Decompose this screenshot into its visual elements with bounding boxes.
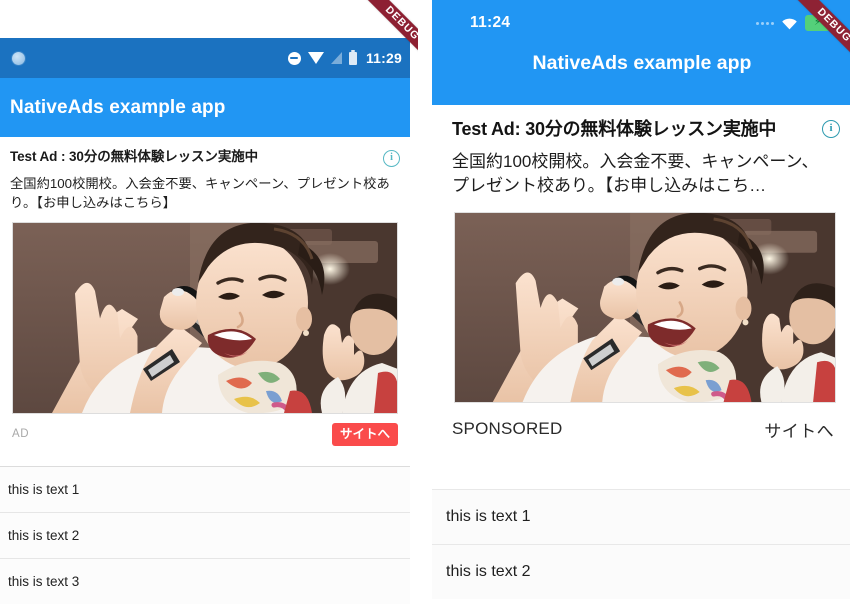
bluish-dot-icon — [12, 51, 25, 65]
right-status-bar: 11:24 ⚡ — [432, 0, 850, 46]
info-icon[interactable]: i — [822, 120, 840, 138]
ad-attribution-label: SPONSORED — [452, 419, 563, 439]
left-ad-footer: AD サイトへ — [0, 414, 410, 456]
ad-attribution-label: AD — [12, 428, 30, 441]
list-item[interactable]: this is text 1 — [432, 489, 850, 544]
right-list: this is text 1 this is text 2 — [432, 489, 850, 599]
wifi-icon — [307, 52, 324, 64]
dnd-icon — [287, 51, 301, 65]
screen-divider — [418, 0, 432, 604]
left-status-bar: 11:29 — [0, 38, 410, 78]
right-ad-footer: SPONSORED サイトへ — [432, 403, 850, 456]
list-item[interactable]: this is text 3 — [0, 558, 410, 604]
karaoke-photo-illustration — [455, 212, 835, 402]
battery-charging-icon: ⚡ — [805, 15, 832, 31]
app-bar-title: NativeAds example app — [10, 96, 226, 118]
left-android-screen: 11:29 NativeAds example app Test Ad : 30… — [0, 0, 418, 604]
battery-icon — [348, 49, 357, 65]
left-list: this is text 1 this is text 2 this is te… — [0, 466, 410, 604]
ad-image[interactable] — [454, 211, 836, 403]
list-item[interactable]: this is text 2 — [0, 512, 410, 558]
status-bar-clock: 11:24 — [470, 14, 511, 31]
cta-button[interactable]: サイトへ — [331, 422, 398, 446]
ad-image[interactable] — [12, 221, 398, 414]
cta-button[interactable]: サイトへ — [764, 417, 834, 442]
list-item[interactable]: this is text 2 — [432, 544, 850, 599]
right-app-bar: 11:24 ⚡ NativeAds example app — [432, 0, 850, 105]
ad-headline: Test Ad: 30分の無料体験レッスン実施中 — [452, 119, 777, 139]
left-ad-header: Test Ad : 30分の無料体験レッスン実施中 i — [0, 137, 410, 167]
left-native-ad-card[interactable]: Test Ad : 30分の無料体験レッスン実施中 i 全国約100校開校。入会… — [0, 137, 410, 456]
right-native-ad-card[interactable]: Test Ad: 30分の無料体験レッスン実施中 i 全国約100校開校。入会金… — [432, 105, 850, 456]
right-ad-header: Test Ad: 30分の無料体験レッスン実施中 i — [432, 105, 850, 141]
info-icon[interactable]: i — [383, 150, 400, 167]
left-status-bar-right: 11:29 — [287, 49, 410, 66]
signal-icon — [330, 52, 342, 64]
left-app-bar: NativeAds example app — [0, 78, 410, 137]
dual-screenshot-comparison: 11:29 NativeAds example app Test Ad : 30… — [0, 0, 850, 604]
ad-body-text: 全国約100校開校。入会金不要、キャンペーン、プレゼント校あり。【お申し込みはこ… — [10, 176, 390, 211]
list-item[interactable]: this is text 1 — [0, 466, 410, 512]
left-status-bar-left — [0, 51, 25, 65]
app-bar-title: NativeAds example app — [532, 52, 752, 74]
right-status-bar-icons: ⚡ — [756, 15, 850, 31]
dots-icon — [756, 21, 774, 25]
ad-headline: Test Ad : 30分の無料体験レッスン実施中 — [10, 149, 259, 164]
wifi-icon — [781, 17, 798, 30]
ad-body-text: 全国約100校開校。入会金不要、キャンペーン、プレゼント校あり。【お申し込みはこ… — [452, 151, 819, 195]
karaoke-photo-illustration — [13, 222, 397, 413]
right-flutter-screen: 11:24 ⚡ NativeAds example app Test Ad: 3… — [432, 0, 850, 604]
status-bar-clock: 11:29 — [365, 50, 402, 66]
